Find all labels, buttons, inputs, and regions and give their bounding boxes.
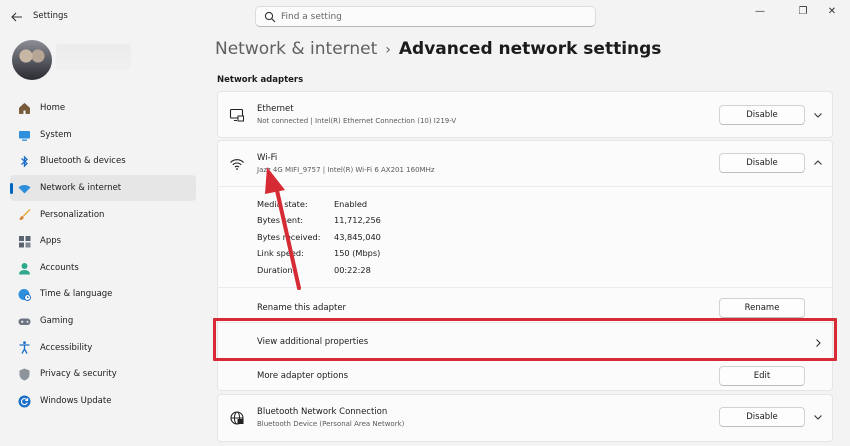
breadcrumb: Network & internet › Advanced network sett… (215, 39, 661, 59)
rename-button[interactable]: Rename (719, 298, 805, 318)
breadcrumb-separator: › (385, 42, 391, 58)
sidebar-item-apps[interactable]: Apps (10, 228, 196, 255)
page-title: Advanced network settings (398, 39, 662, 59)
sidebar-item-label: Bluetooth & devices (40, 156, 126, 167)
sidebar-item-label: Windows Update (40, 395, 112, 406)
accessibility-icon (19, 341, 30, 355)
sidebar-item-windows-update[interactable]: Windows Update (10, 388, 196, 415)
sidebar-item-personalization[interactable]: Personalization (10, 201, 196, 228)
divider (218, 186, 832, 187)
account-icon (19, 262, 30, 275)
globe-clock-icon (18, 289, 31, 302)
sidebar-item-home[interactable]: Home (10, 95, 196, 122)
adapter-name: Ethernet (257, 104, 294, 114)
sidebar-item-label: Privacy & security (40, 369, 117, 380)
update-icon (18, 395, 31, 408)
close-icon[interactable]: ✕ (824, 4, 840, 18)
stat-value: 00:22:28 (334, 265, 371, 275)
rename-adapter-label: Rename this adapter (257, 303, 347, 313)
minimize-icon[interactable]: — (752, 4, 768, 18)
sidebar-item-label: System (40, 129, 72, 140)
sidebar-nav: Home System Bluetooth & devices Network … (10, 95, 196, 414)
stat-value: 150 (Mbps) (334, 248, 381, 258)
maximize-icon[interactable]: ❐ (795, 4, 811, 18)
section-title: Network adapters (217, 75, 304, 85)
stat-value: 11,712,256 (334, 215, 381, 225)
system-icon (19, 130, 30, 141)
highlight-box (213, 318, 837, 361)
sidebar-item-accounts[interactable]: Accounts (10, 255, 196, 282)
sidebar-item-label: Accessibility (40, 342, 93, 353)
app-title: Settings (33, 11, 68, 21)
globe-icon (230, 411, 244, 425)
shield-icon (19, 368, 30, 381)
sidebar-item-network-internet[interactable]: Network & internet (10, 174, 196, 202)
stat-label: Bytes received: (257, 232, 321, 242)
stat-label: Bytes sent: (257, 215, 304, 225)
sidebar-item-label: Network & internet (40, 183, 122, 194)
sidebar-item-label: Time & language (40, 289, 113, 300)
ethernet-icon (229, 108, 244, 122)
adapter-description: Bluetooth Device (Personal Area Network) (257, 420, 405, 428)
adapter-name: Wi-Fi (257, 153, 278, 163)
adapter-name: Bluetooth Network Connection (257, 407, 388, 417)
stat-label: Duration: (257, 265, 296, 275)
sidebar-item-label: Home (40, 103, 66, 114)
sidebar-item-gaming[interactable]: Gaming (10, 308, 196, 335)
ethernet-disable-button[interactable]: Disable (719, 105, 805, 125)
ethernet-adapter-card[interactable]: Ethernet Not connected | Intel(R) Ethern… (217, 91, 833, 138)
sidebar-item-accessibility[interactable]: Accessibility (10, 334, 196, 361)
back-arrow-icon[interactable] (8, 8, 26, 26)
chevron-down-icon[interactable] (812, 109, 824, 121)
apps-icon (19, 235, 31, 248)
sidebar-item-label: Gaming (40, 316, 74, 327)
chevron-up-icon[interactable] (812, 157, 824, 169)
breadcrumb-parent[interactable]: Network & internet (215, 39, 377, 59)
bluetooth-icon (21, 155, 28, 168)
gamepad-icon (18, 318, 31, 325)
sidebar-item-system[interactable]: System (10, 122, 196, 149)
sidebar-item-privacy-security[interactable]: Privacy & security (10, 361, 196, 388)
stat-label: Link speed: (257, 248, 304, 258)
sidebar-item-label: Accounts (40, 262, 79, 273)
bluetooth-disable-button[interactable]: Disable (719, 407, 805, 427)
chevron-down-icon[interactable] (812, 411, 824, 423)
stat-value: 43,845,040 (334, 232, 381, 242)
sidebar-item-bluetooth-devices[interactable]: Bluetooth & devices (10, 148, 196, 175)
adapter-description: Not connected | Intel(R) Ethernet Connec… (257, 117, 457, 125)
wifi-icon (18, 184, 31, 194)
sidebar-item-label: Apps (40, 236, 62, 247)
sidebar-item-label: Personalization (40, 209, 105, 220)
account-name-redacted (56, 44, 131, 70)
sidebar-item-time-language[interactable]: Time & language (10, 281, 196, 308)
search-icon (264, 11, 276, 23)
stat-value: Enabled (334, 199, 368, 209)
adapter-description: Jazz 4G MIFI_9757 | Intel(R) Wi-Fi 6 AX2… (257, 166, 435, 174)
divider (218, 287, 832, 288)
wifi-disable-button[interactable]: Disable (719, 153, 805, 173)
stat-label: Media state: (257, 199, 308, 209)
more-adapter-options-label: More adapter options (257, 371, 349, 381)
home-icon (19, 102, 30, 114)
search-box[interactable] (255, 6, 596, 27)
brush-icon (19, 209, 31, 221)
avatar[interactable] (12, 40, 52, 80)
edit-button[interactable]: Edit (719, 366, 805, 386)
wifi-icon (230, 159, 244, 170)
title-bar: Settings — ❐ ✕ (0, 0, 850, 34)
search-input[interactable] (281, 9, 581, 24)
bluetooth-adapter-card[interactable]: Bluetooth Network Connection Bluetooth D… (217, 394, 833, 442)
